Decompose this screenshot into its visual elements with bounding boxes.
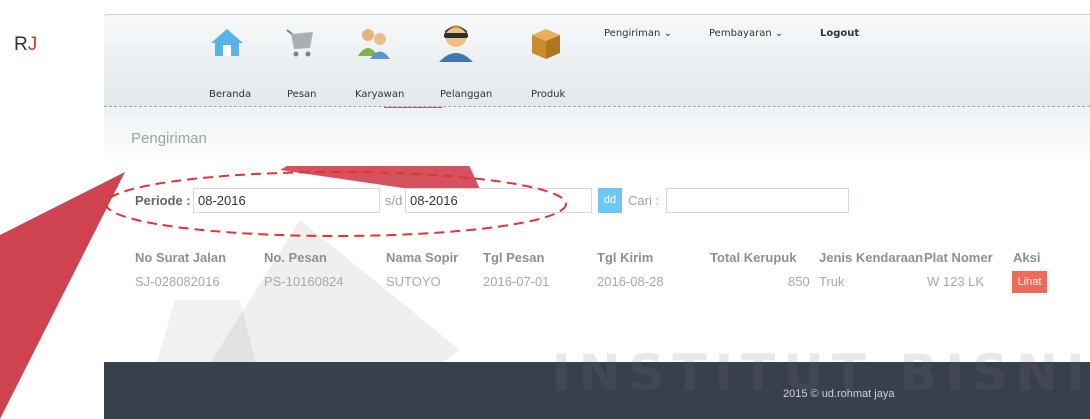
col-no-pesan: No. Pesan [264, 250, 327, 265]
nav-produk[interactable]: Produk [529, 26, 565, 100]
cell-plat-nomer: W 123 LK [927, 274, 985, 289]
annotation-oval [105, 171, 567, 237]
search-label: Cari : [628, 193, 660, 208]
col-plat-nomer: Plat Nomer [924, 250, 993, 265]
brand-logo[interactable]: RJ [14, 34, 37, 56]
nav-karyawan-label: Karyawan [355, 89, 405, 100]
cell-tgl-kirim: 2016-08-28 [597, 274, 664, 289]
menu-pengiriman[interactable]: Pengiriman ⌄ [604, 28, 672, 39]
box-icon [532, 29, 560, 59]
col-aksi: Aksi [1013, 250, 1041, 265]
lihat-button[interactable]: Lihat [1012, 271, 1047, 293]
menu-logout[interactable]: Logout [820, 28, 859, 39]
nav-beranda-label: Beranda [209, 89, 252, 100]
col-no-surat-jalan: No Surat Jalan [135, 250, 227, 265]
col-tgl-kirim: Tgl Kirim [597, 250, 654, 265]
cell-no-pesan: PS-10160824 [264, 274, 344, 289]
customer-icon [439, 25, 473, 62]
page-title: Pengiriman [131, 130, 207, 147]
title-band [104, 108, 1090, 166]
brand-text: R [14, 34, 28, 55]
nav-produk-label: Produk [531, 89, 566, 100]
nav-karyawan[interactable]: Karyawan [355, 26, 404, 100]
cell-nama-sopir: SUTOYO [386, 274, 441, 289]
cell-total-kerupuk: 850 [788, 274, 810, 289]
col-jenis-kendaraan: Jenis Kendaraan [819, 250, 924, 265]
nav-pesan[interactable]: Pesan [285, 26, 317, 100]
col-total-kerupuk: Total Kerupuk [710, 250, 797, 265]
watermark-text: INSTITUT BISNIS [552, 344, 1090, 402]
col-tgl-pesan: Tgl Pesan [483, 250, 545, 265]
top-navbar [104, 14, 1090, 107]
nav-beranda[interactable]: Beranda [209, 26, 251, 100]
home-icon [211, 29, 243, 56]
nav-pesan-label: Pesan [287, 89, 317, 100]
search-input[interactable] [666, 188, 849, 213]
brand-accent: J [27, 34, 38, 55]
nav-pelanggan-label: Pelanggan [440, 89, 493, 100]
cell-no-surat-jalan: SJ-028082016 [135, 274, 220, 289]
nav-pelanggan[interactable]: Pelanggan [437, 22, 492, 100]
dd-button[interactable]: dd [598, 188, 622, 213]
col-nama-sopir: Nama Sopir [386, 250, 459, 265]
cart-icon [286, 29, 313, 57]
cell-tgl-pesan: 2016-07-01 [483, 274, 550, 289]
cell-jenis-kendaraan: Truk [819, 274, 845, 289]
employees-icon [358, 29, 390, 59]
menu-pembayaran[interactable]: Pembayaran ⌄ [709, 28, 783, 39]
app-window: RJ Beranda Pesan Karyawan Pelanggan Prod… [0, 0, 1090, 419]
